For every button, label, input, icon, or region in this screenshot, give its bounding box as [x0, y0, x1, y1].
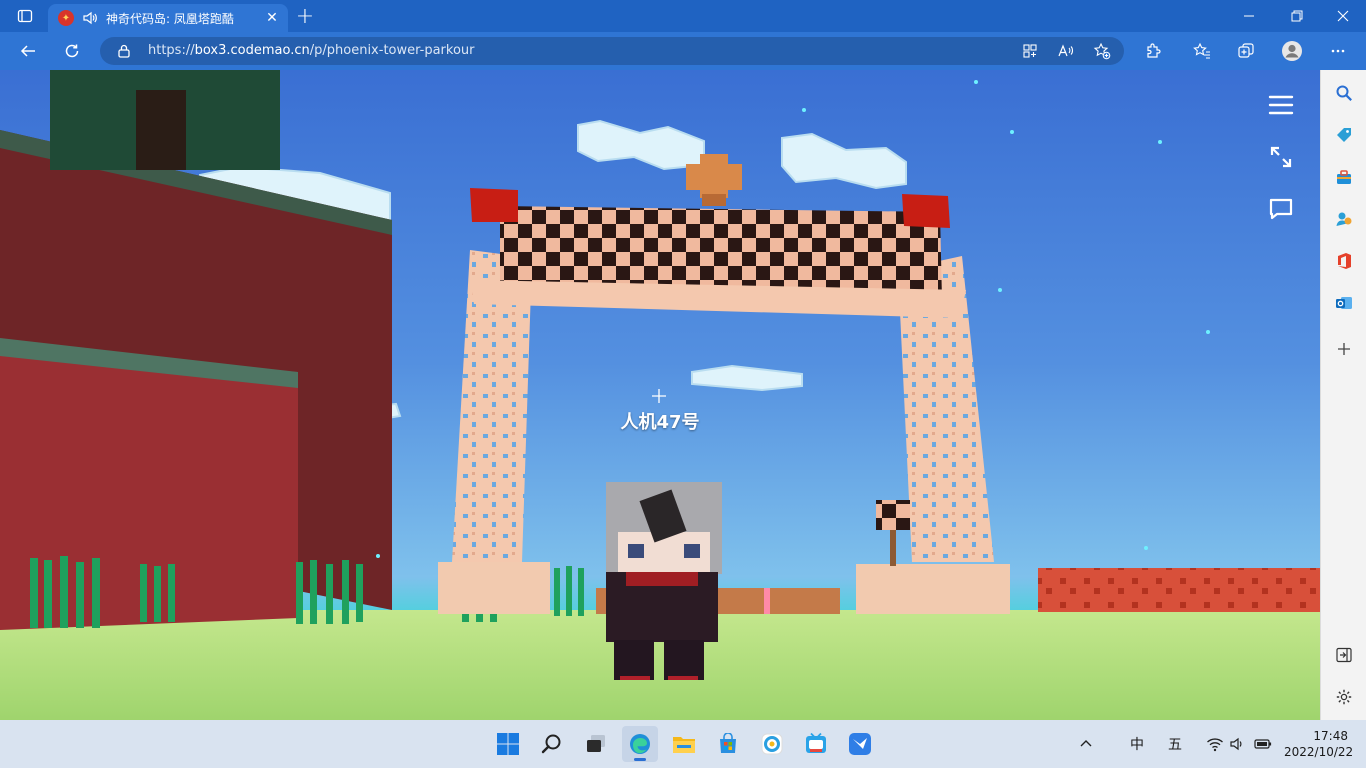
window-minimize-icon[interactable]	[1234, 0, 1264, 32]
task-view-icon[interactable]	[578, 726, 614, 762]
collections-icon[interactable]	[1232, 37, 1260, 65]
url-host: box3.codemao.cn	[194, 43, 310, 58]
tools-icon[interactable]	[1331, 164, 1357, 190]
address-bar[interactable]: https://box3.codemao.cn/p/phoenix-tower-…	[100, 37, 1124, 65]
outlook-icon[interactable]	[1331, 290, 1357, 316]
game-viewport[interactable]: 人机47号	[0, 70, 1320, 720]
search-icon[interactable]	[1331, 80, 1357, 106]
npc-name-label: 人机47号	[620, 412, 700, 433]
windows-start-icon[interactable]	[490, 726, 526, 762]
chat-icon[interactable]	[1264, 192, 1298, 226]
show-hidden-icons-chevron-icon[interactable]	[1078, 720, 1094, 768]
edge-sidebar	[1320, 70, 1366, 720]
games-icon[interactable]	[1331, 206, 1357, 232]
codemao-favicon-icon: ✦	[58, 10, 74, 26]
fullscreen-icon[interactable]	[1264, 140, 1298, 174]
window-restore-icon[interactable]	[1282, 0, 1312, 32]
bilibili-live-icon[interactable]	[798, 726, 834, 762]
url-text[interactable]: https://box3.codemao.cn/p/phoenix-tower-…	[148, 43, 475, 58]
add-favorite-icon[interactable]	[1088, 37, 1116, 65]
tab-actions-icon[interactable]	[8, 0, 42, 32]
file-explorer-icon[interactable]	[666, 726, 702, 762]
browser-tab-active[interactable]: ✦ 神奇代码岛: 凤凰塔跑酷 ✕	[48, 4, 288, 32]
ime-mode-indicator[interactable]: 五	[1168, 720, 1182, 768]
read-aloud-icon[interactable]	[1052, 37, 1080, 65]
clock-time: 17:48	[1313, 729, 1348, 743]
tab-title: 神奇代码岛: 凤凰塔跑酷	[106, 11, 234, 26]
game-menu-icon[interactable]	[1264, 88, 1298, 122]
lock-icon[interactable]	[116, 43, 132, 59]
ime-language-indicator[interactable]: 中	[1130, 720, 1144, 768]
new-tab-button[interactable]: +	[292, 0, 318, 32]
profile-avatar[interactable]	[1278, 37, 1306, 65]
browser-title-bar: ✦ 神奇代码岛: 凤凰塔跑酷 ✕ +	[0, 0, 1366, 32]
windows-taskbar: 中 五 17:48 2022/10/22	[0, 720, 1366, 768]
shopping-tag-icon[interactable]	[1331, 122, 1357, 148]
taskbar-edge-icon[interactable]	[622, 726, 658, 762]
volume-icon[interactable]	[1229, 720, 1245, 768]
qq-browser-icon[interactable]	[754, 726, 790, 762]
hide-sidebar-icon[interactable]	[1331, 642, 1357, 668]
url-scheme: https://	[148, 43, 195, 58]
wifi-icon[interactable]	[1206, 720, 1224, 768]
add-sidebar-app-icon[interactable]	[1331, 336, 1357, 362]
extensions-icon[interactable]	[1139, 37, 1167, 65]
clock-date: 2022/10/22	[1284, 745, 1354, 759]
sidebar-settings-gear-icon[interactable]	[1331, 684, 1357, 710]
app-available-icon[interactable]	[1016, 37, 1044, 65]
tab-close-icon[interactable]: ✕	[264, 10, 280, 26]
window-close-icon[interactable]	[1328, 0, 1358, 32]
taskbar-search-icon[interactable]	[534, 726, 570, 762]
office-icon[interactable]	[1331, 248, 1357, 274]
refresh-icon[interactable]	[58, 37, 86, 65]
url-path: /p/phoenix-tower-parkour	[309, 43, 475, 58]
back-arrow-icon[interactable]	[14, 37, 42, 65]
crosshair-icon	[652, 389, 666, 403]
microsoft-store-icon[interactable]	[710, 726, 746, 762]
battery-charging-icon[interactable]	[1254, 720, 1272, 768]
browser-toolbar: https://box3.codemao.cn/p/phoenix-tower-…	[0, 32, 1366, 70]
settings-more-icon[interactable]	[1324, 37, 1352, 65]
speaker-icon[interactable]	[82, 10, 98, 26]
system-clock[interactable]: 17:48 2022/10/22	[1284, 728, 1354, 760]
favorites-icon[interactable]	[1188, 37, 1216, 65]
feishu-bird-icon[interactable]	[842, 726, 878, 762]
